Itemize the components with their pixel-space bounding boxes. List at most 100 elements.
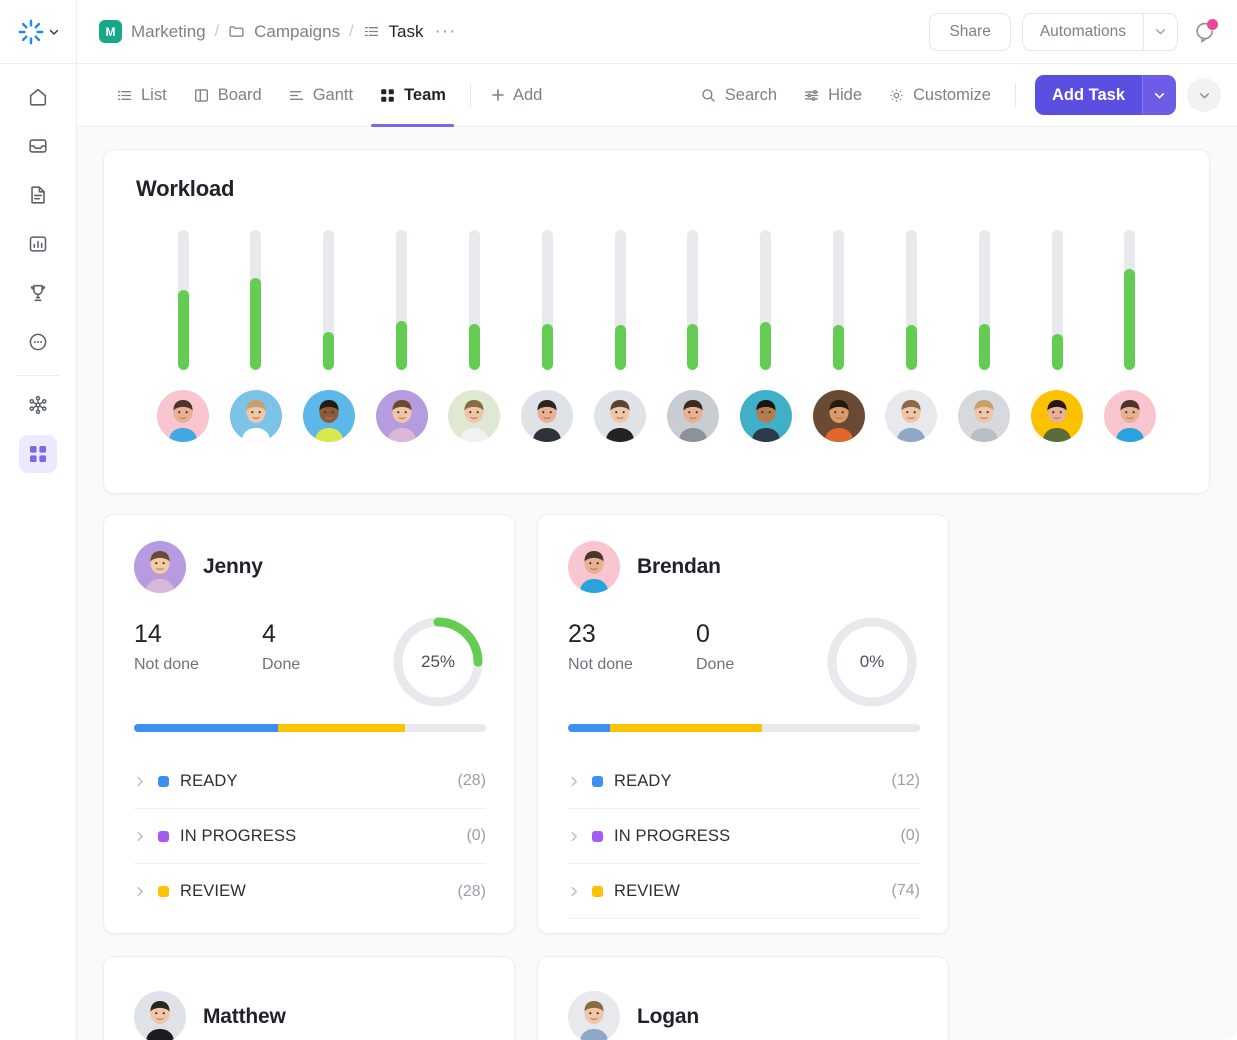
status-row[interactable]: READY (28)	[134, 754, 486, 809]
workload-bar[interactable]	[978, 230, 990, 370]
avatar[interactable]	[885, 390, 938, 442]
status-row[interactable]: IN PROGRESS (0)	[134, 809, 486, 864]
share-button[interactable]: Share	[929, 12, 1011, 51]
chevron-right-icon[interactable]	[134, 885, 147, 898]
workload-column[interactable]	[229, 230, 283, 442]
workload-column[interactable]	[375, 230, 429, 442]
search-icon	[702, 88, 715, 102]
tab-board[interactable]: Board	[180, 64, 275, 127]
avatar[interactable]	[134, 991, 186, 1040]
chevron-right-icon[interactable]	[568, 830, 581, 843]
sidebar-item-goals[interactable]	[19, 274, 57, 312]
avatar[interactable]	[1103, 390, 1156, 442]
workload-bar[interactable]	[177, 230, 189, 370]
workload-column[interactable]	[812, 230, 866, 442]
stat-done: 0 Done	[696, 620, 824, 674]
breadcrumb-folder-label[interactable]: Campaigns	[254, 22, 340, 42]
tab-gantt[interactable]: Gantt	[275, 64, 366, 127]
workload-bar[interactable]	[1051, 230, 1063, 370]
avatar-matthew-image	[134, 991, 186, 1040]
workload-bar[interactable]	[905, 230, 917, 370]
workload-bar[interactable]	[323, 230, 335, 370]
customize-button[interactable]: Customize	[875, 86, 1004, 105]
workload-bar[interactable]	[250, 230, 262, 370]
workload-column[interactable]	[1030, 230, 1084, 442]
avatar[interactable]	[568, 991, 620, 1040]
avatar[interactable]	[375, 390, 428, 442]
workload-bar[interactable]	[833, 230, 845, 370]
search-button[interactable]: Search	[687, 86, 790, 105]
workload-column[interactable]	[156, 230, 210, 442]
workspace-logo-button[interactable]	[0, 0, 77, 64]
avatar[interactable]	[1031, 390, 1084, 442]
avatar[interactable]	[812, 390, 865, 442]
sidebar-item-more[interactable]	[19, 323, 57, 361]
avatar[interactable]	[568, 541, 620, 593]
workload-title: Workload	[136, 176, 235, 201]
avatar[interactable]	[739, 390, 792, 442]
avatar[interactable]	[521, 390, 574, 442]
hide-button[interactable]: Hide	[790, 86, 875, 105]
inbox-icon	[29, 139, 47, 153]
avatar[interactable]	[448, 390, 501, 442]
sidebar-item-dashboards[interactable]	[19, 225, 57, 263]
status-row[interactable]: REVIEW (74)	[568, 864, 920, 919]
add-task-button[interactable]: Add Task	[1034, 75, 1142, 115]
avatar[interactable]	[157, 390, 209, 442]
automations-button[interactable]: Automations	[1023, 14, 1143, 50]
tab-list[interactable]: List	[103, 64, 180, 127]
progress-segment-2	[761, 724, 920, 732]
sidebar-item-home[interactable]	[19, 78, 57, 116]
workload-bar[interactable]	[468, 230, 480, 370]
toolbar-divider-2	[1014, 83, 1016, 107]
breadcrumb-space-label[interactable]: Marketing	[131, 22, 206, 42]
workload-column[interactable]	[884, 230, 938, 442]
breadcrumb-list-label[interactable]: Task	[389, 22, 424, 42]
avatar[interactable]	[666, 390, 719, 442]
workload-column[interactable]	[447, 230, 501, 442]
avatar[interactable]	[229, 390, 282, 442]
workload-column[interactable]	[1103, 230, 1157, 442]
sidebar-item-inbox[interactable]	[19, 127, 57, 165]
workload-bar[interactable]	[614, 230, 626, 370]
workload-bar[interactable]	[760, 230, 772, 370]
chevron-right-icon[interactable]	[134, 830, 147, 843]
toolbar-overflow-button[interactable]	[1187, 78, 1221, 112]
add-view-button[interactable]: Add	[482, 86, 550, 105]
sidebar-item-hub[interactable]	[19, 386, 57, 424]
breadcrumb-space-badge[interactable]: M	[99, 20, 122, 43]
chevron-right-icon[interactable]	[568, 885, 581, 898]
avatar[interactable]	[958, 390, 1011, 442]
workload-bar[interactable]	[541, 230, 553, 370]
workload-column[interactable]	[739, 230, 793, 442]
workload-column[interactable]	[593, 230, 647, 442]
avatar[interactable]	[594, 390, 647, 442]
automations-chevron-down-icon[interactable]	[1143, 13, 1177, 50]
member-cards-grid: Jenny 14 Not done 4 Done 25% READY (28) IN PROGR…	[103, 514, 1210, 1040]
workload-column[interactable]	[957, 230, 1011, 442]
sidebar-item-apps[interactable]	[19, 435, 57, 473]
notification-button[interactable]	[1189, 16, 1221, 48]
status-row[interactable]: IN PROGRESS (0)	[568, 809, 920, 864]
workload-bar-fill	[1124, 269, 1136, 370]
workload-bar[interactable]	[1124, 230, 1136, 370]
avatar[interactable]	[302, 390, 355, 442]
workload-bar-fill	[687, 323, 699, 370]
workload-column[interactable]	[520, 230, 574, 442]
tab-team[interactable]: Team	[366, 64, 459, 127]
workload-column[interactable]	[666, 230, 720, 442]
breadcrumb-more-button[interactable]: ···	[435, 21, 457, 43]
status-count: (74)	[891, 882, 920, 899]
workload-bar[interactable]	[687, 230, 699, 370]
workload-bar[interactable]	[396, 230, 408, 370]
not-done-count: 23	[568, 620, 596, 648]
avatar[interactable]	[134, 541, 186, 593]
status-row[interactable]: REVIEW (28)	[134, 864, 486, 919]
sidebar-item-docs[interactable]	[19, 176, 57, 214]
chevron-right-icon[interactable]	[134, 775, 147, 788]
status-row[interactable]: READY (12)	[568, 754, 920, 809]
add-task-chevron-down-icon[interactable]	[1142, 75, 1176, 115]
chevron-right-icon[interactable]	[568, 775, 581, 788]
workload-column[interactable]	[302, 230, 356, 442]
member-name: Matthew	[203, 1005, 286, 1028]
